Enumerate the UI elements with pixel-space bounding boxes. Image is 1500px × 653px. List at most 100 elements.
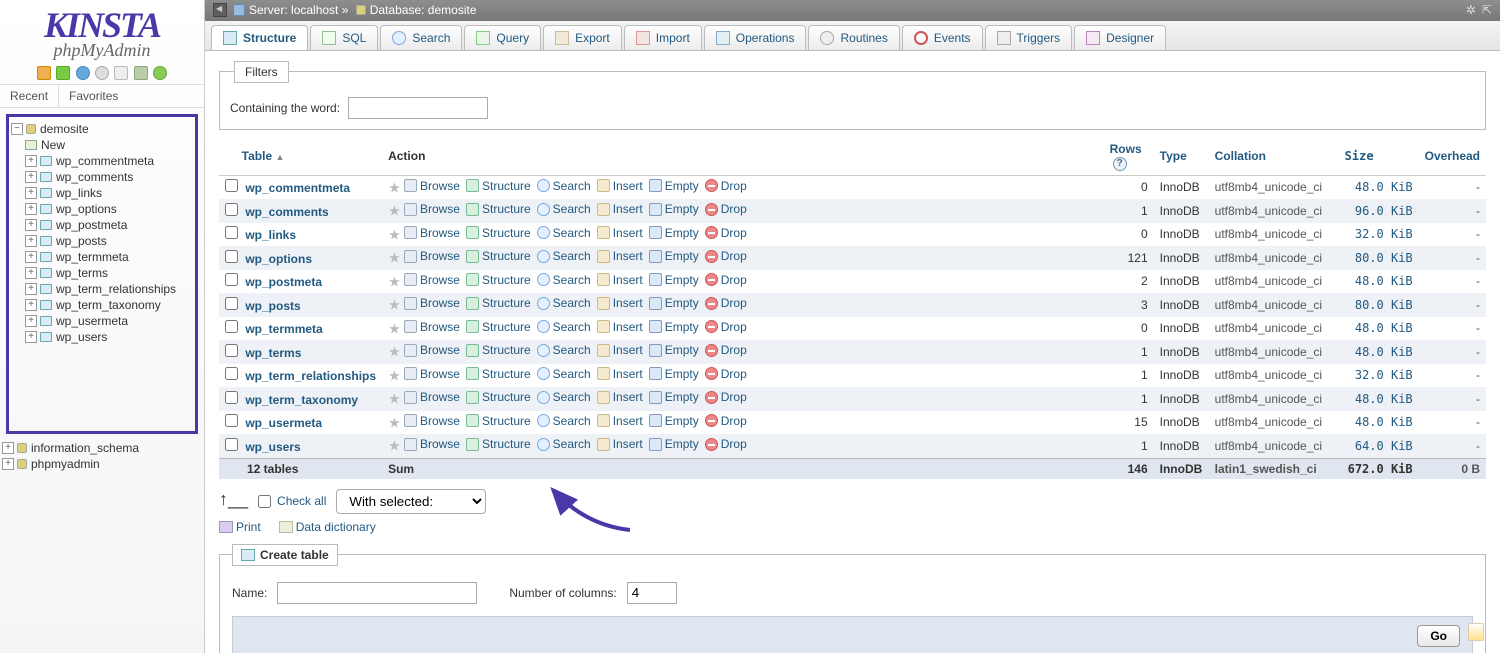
cell-size[interactable]: 48.0 KiB <box>1355 345 1413 359</box>
search-action[interactable]: Search <box>537 226 591 240</box>
search-action[interactable]: Search <box>537 367 591 381</box>
collapse-icon[interactable]: − <box>11 123 23 135</box>
cell-size[interactable]: 64.0 KiB <box>1355 439 1413 453</box>
expand-icon[interactable]: + <box>25 203 37 215</box>
browse-action[interactable]: Browse <box>404 249 460 263</box>
row-checkbox[interactable] <box>225 297 238 310</box>
search-action[interactable]: Search <box>537 273 591 287</box>
tree-table-row[interactable]: +wp_users <box>11 329 193 345</box>
tab-search[interactable]: Search <box>380 25 462 50</box>
empty-action[interactable]: Empty <box>649 414 699 428</box>
theme-icon[interactable] <box>134 66 148 80</box>
col-rows[interactable]: Rows <box>1110 142 1142 156</box>
doc-icon[interactable] <box>114 66 128 80</box>
cell-size[interactable]: 48.0 KiB <box>1355 415 1413 429</box>
structure-action[interactable]: Structure <box>466 390 531 404</box>
expand-icon[interactable]: + <box>25 251 37 263</box>
exit-icon[interactable] <box>56 66 70 80</box>
structure-action[interactable]: Structure <box>466 296 531 310</box>
favorite-star-icon[interactable]: ★ <box>388 250 401 266</box>
row-checkbox[interactable] <box>225 344 238 357</box>
table-name-link[interactable]: wp_users <box>245 440 300 454</box>
home-icon[interactable] <box>37 66 51 80</box>
browse-action[interactable]: Browse <box>404 296 460 310</box>
table-name-link[interactable]: wp_usermeta <box>245 416 322 430</box>
tree-db-current[interactable]: − demosite <box>11 121 193 137</box>
row-checkbox[interactable] <box>225 273 238 286</box>
fullscreen-icon[interactable]: ⇱ <box>1482 3 1492 17</box>
structure-action[interactable]: Structure <box>466 202 531 216</box>
row-checkbox[interactable] <box>225 367 238 380</box>
insert-action[interactable]: Insert <box>597 249 643 263</box>
col-table[interactable]: Table <box>242 149 272 163</box>
tab-designer[interactable]: Designer <box>1074 25 1166 50</box>
drop-action[interactable]: Drop <box>705 202 747 216</box>
favorite-star-icon[interactable]: ★ <box>388 414 401 430</box>
tree-table-row[interactable]: +wp_termmeta <box>11 249 193 265</box>
drop-action[interactable]: Drop <box>705 390 747 404</box>
col-overhead[interactable]: Overhead <box>1425 149 1480 163</box>
structure-action[interactable]: Structure <box>466 367 531 381</box>
tree-table-row[interactable]: +wp_term_relationships <box>11 281 193 297</box>
tree-table-row[interactable]: +wp_term_taxonomy <box>11 297 193 313</box>
globe-icon[interactable] <box>76 66 90 80</box>
tab-triggers[interactable]: Triggers <box>985 25 1073 50</box>
expand-icon[interactable]: + <box>2 442 14 454</box>
print-link[interactable]: Print <box>219 520 261 534</box>
structure-action[interactable]: Structure <box>466 226 531 240</box>
col-size[interactable]: Size <box>1345 149 1374 163</box>
server-link[interactable]: localhost <box>291 3 338 17</box>
tab-events[interactable]: Events <box>902 25 983 50</box>
table-name-link[interactable]: wp_terms <box>245 346 301 360</box>
drop-action[interactable]: Drop <box>705 226 747 240</box>
cell-size[interactable]: 48.0 KiB <box>1355 392 1413 406</box>
favorite-star-icon[interactable]: ★ <box>388 391 401 407</box>
browse-action[interactable]: Browse <box>404 273 460 287</box>
cell-size[interactable]: 48.0 KiB <box>1355 321 1413 335</box>
recent-tab[interactable]: Recent <box>0 85 59 107</box>
row-checkbox[interactable] <box>225 226 238 239</box>
row-checkbox[interactable] <box>225 179 238 192</box>
tab-sql[interactable]: SQL <box>310 25 378 50</box>
table-name-link[interactable]: wp_comments <box>245 205 328 219</box>
insert-action[interactable]: Insert <box>597 179 643 193</box>
empty-action[interactable]: Empty <box>649 273 699 287</box>
tab-routines[interactable]: Routines <box>808 25 899 50</box>
expand-icon[interactable]: + <box>25 219 37 231</box>
structure-action[interactable]: Structure <box>466 249 531 263</box>
browse-action[interactable]: Browse <box>404 320 460 334</box>
with-selected-dropdown[interactable]: With selected: <box>336 489 486 514</box>
expand-icon[interactable]: + <box>2 458 14 470</box>
row-checkbox[interactable] <box>225 203 238 216</box>
table-name-link[interactable]: wp_postmeta <box>245 275 322 289</box>
insert-action[interactable]: Insert <box>597 320 643 334</box>
favorites-tab[interactable]: Favorites <box>59 85 128 107</box>
cell-size[interactable]: 96.0 KiB <box>1355 204 1413 218</box>
search-action[interactable]: Search <box>537 202 591 216</box>
browse-action[interactable]: Browse <box>404 437 460 451</box>
table-name-link[interactable]: wp_termmeta <box>245 322 322 336</box>
tree-table-row[interactable]: +wp_terms <box>11 265 193 281</box>
create-name-input[interactable] <box>277 582 477 604</box>
expand-icon[interactable]: + <box>25 155 37 167</box>
empty-action[interactable]: Empty <box>649 226 699 240</box>
tree-db-row[interactable]: +phpmyadmin <box>2 456 204 472</box>
tree-table-row[interactable]: +wp_links <box>11 185 193 201</box>
row-checkbox[interactable] <box>225 414 238 427</box>
structure-action[interactable]: Structure <box>466 414 531 428</box>
empty-action[interactable]: Empty <box>649 296 699 310</box>
tree-table-row[interactable]: +wp_posts <box>11 233 193 249</box>
favorite-star-icon[interactable]: ★ <box>388 297 401 313</box>
insert-action[interactable]: Insert <box>597 437 643 451</box>
search-action[interactable]: Search <box>537 249 591 263</box>
col-type[interactable]: Type <box>1160 149 1187 163</box>
browse-action[interactable]: Browse <box>404 179 460 193</box>
browse-action[interactable]: Browse <box>404 226 460 240</box>
panel-toggle-icon[interactable] <box>213 3 227 17</box>
insert-action[interactable]: Insert <box>597 296 643 310</box>
drop-action[interactable]: Drop <box>705 179 747 193</box>
help-icon[interactable]: ? <box>1113 157 1127 171</box>
favorite-star-icon[interactable]: ★ <box>388 203 401 219</box>
drop-action[interactable]: Drop <box>705 343 747 357</box>
search-action[interactable]: Search <box>537 343 591 357</box>
